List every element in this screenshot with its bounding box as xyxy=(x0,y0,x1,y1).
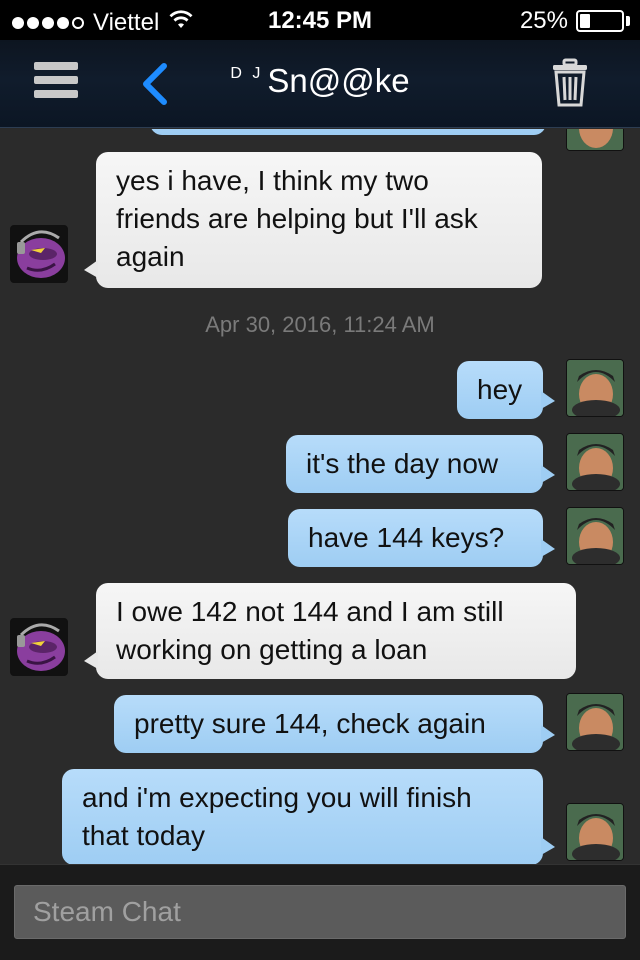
message-bubble-outgoing: pretty sure 144, check again xyxy=(114,695,555,753)
message-line: have 144 keys? xyxy=(308,522,505,553)
page-title: D J Sn@@ke xyxy=(0,62,640,100)
battery-indicator: 25% xyxy=(520,7,630,35)
battery-percent: 25% xyxy=(519,7,568,34)
chat-input[interactable] xyxy=(14,885,626,939)
avatar-friend[interactable] xyxy=(10,618,68,676)
message-line: friends are helping but I'll ask xyxy=(116,203,478,234)
message-line: that today xyxy=(82,820,205,851)
status-bar: Viettel 12:45 PM 25% xyxy=(0,0,640,40)
message-bubble-outgoing: and i'm expecting you will finish that t… xyxy=(62,769,555,864)
avatar-friend[interactable] xyxy=(10,225,68,283)
message-line: I owe 142 not 144 and I am still xyxy=(116,596,504,627)
message-line: it's the day now xyxy=(306,448,499,479)
nav-bar: D J Sn@@ke xyxy=(0,40,640,128)
contact-name: Sn@@ke xyxy=(267,62,410,99)
message-line: yes i have, I think my two xyxy=(116,165,429,196)
avatar-self xyxy=(566,433,624,491)
message-bubble-incoming: yes i have, I think my two friends are h… xyxy=(84,152,542,288)
battery-icon xyxy=(576,10,624,32)
trash-icon[interactable] xyxy=(552,58,588,108)
message-line: hey xyxy=(477,374,523,405)
message-bubble-outgoing: hey xyxy=(457,361,555,419)
message-line: working on getting a loan xyxy=(116,634,428,665)
avatar-self xyxy=(566,129,624,151)
message-line: pretty sure 144, check again xyxy=(134,708,486,739)
avatar-self xyxy=(566,803,624,861)
title-prefix: D J xyxy=(230,65,264,82)
message-composer xyxy=(0,864,640,960)
avatar-self xyxy=(566,693,624,751)
date-separator: Apr 30, 2016, 11:24 AM xyxy=(205,312,435,337)
message-bubble-outgoing: have 144 keys? xyxy=(288,509,555,567)
avatar-self xyxy=(566,507,624,565)
avatar-self xyxy=(566,359,624,417)
message-bubble-outgoing xyxy=(150,129,546,135)
message-bubble-incoming: I owe 142 not 144 and I am still working… xyxy=(84,583,576,679)
message-line: again xyxy=(116,241,185,272)
message-line: and i'm expecting you will finish xyxy=(82,782,472,813)
message-bubble-outgoing: it's the day now xyxy=(286,435,555,493)
chat-message-list[interactable]: yes i have, I think my two friends are h… xyxy=(0,129,640,864)
